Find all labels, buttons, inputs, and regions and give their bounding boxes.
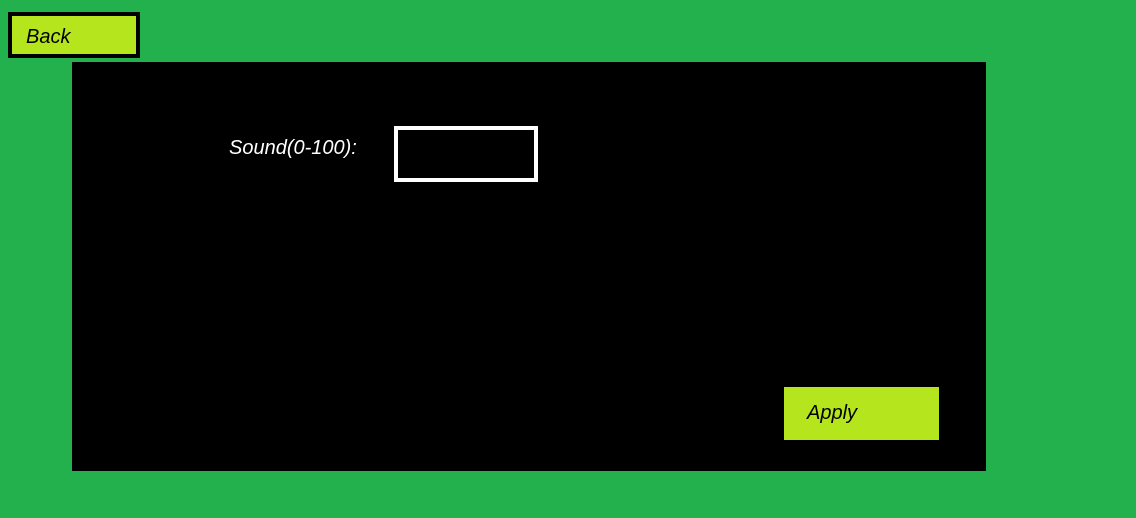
settings-panel: Sound(0-100): Apply [72, 62, 986, 471]
sound-label: Sound(0-100): [229, 137, 357, 159]
settings-screen: { "colors": { "background": "#22b14c", "… [0, 0, 1136, 518]
apply-button[interactable]: Apply [784, 387, 939, 440]
apply-button-label: Apply [807, 402, 858, 424]
back-button-label: Back [26, 26, 71, 48]
back-button[interactable]: Back [8, 12, 140, 58]
sound-input[interactable] [394, 126, 538, 182]
